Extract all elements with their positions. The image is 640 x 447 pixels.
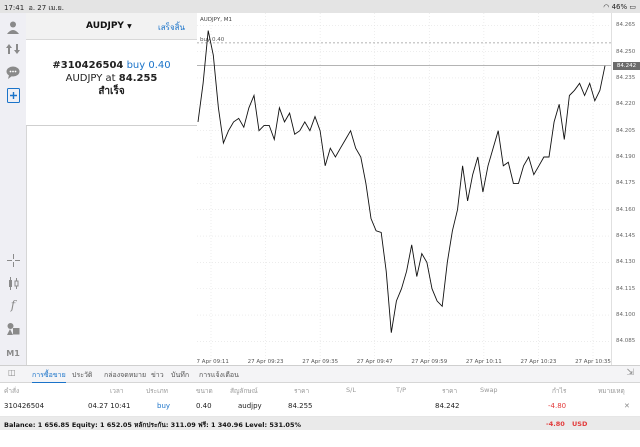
price-tick-label: 84.250 (616, 48, 636, 55)
price-tick-label: 84.205 (616, 127, 636, 134)
order-action: buy 0.40 (126, 60, 171, 71)
order-symbol: AUDJPY at (65, 73, 116, 84)
chart-label: AUDJPY, M1 (200, 17, 232, 23)
price-scale: 84.265 84.250 84.235 84.220 84.205 84.190 84.1… (611, 13, 640, 365)
buy-level-label: buy 0.40 (200, 37, 225, 43)
battery-percent: 46% (611, 3, 628, 11)
col-comment: หมายเหตุ (598, 387, 625, 395)
indicators-icon[interactable]: f (4, 297, 22, 313)
row-size: 0.40 (196, 402, 212, 410)
price-tick-label: 84.130 (616, 259, 636, 266)
row-current-price: 84.242 (435, 402, 460, 410)
battery-icon: ▭ (629, 3, 636, 11)
tab-mailbox[interactable]: กล่องจดหมาย (104, 370, 146, 381)
account-summary: Balance: 1 656.85 Equity: 1 652.05 หลักป… (0, 417, 640, 430)
price-tick-label: 84.265 (616, 22, 636, 29)
order-result-panel: AUDJPY ▼ เสร็จสิ้น #310426504 buy 0.40 A… (26, 13, 198, 126)
status-bar: 17:41 อ. 27 เม.ย. ◠ 46% ▭ (0, 0, 640, 13)
col-swap: Swap (480, 386, 498, 394)
row-order: 310426504 (4, 402, 45, 410)
status-date: อ. 27 เม.ย. (28, 4, 64, 12)
chat-icon[interactable] (4, 64, 22, 80)
balance-summary: Balance: 1 656.85 Equity: 1 652.05 หลักป… (4, 421, 301, 429)
profit-currency: USD (572, 420, 588, 428)
col-time: เวลา (110, 387, 124, 395)
row-price: 84.255 (288, 402, 313, 410)
price-tick-label: 84.175 (616, 180, 636, 187)
current-price-marker: 84.242 (613, 61, 640, 70)
symbol-selector[interactable]: AUDJPY ▼ (86, 21, 132, 31)
quotes-icon[interactable] (4, 41, 22, 57)
tab-journal[interactable]: บันทึก (171, 370, 189, 381)
price-tick-label: 84.235 (616, 74, 636, 81)
col-type: ประเภท (146, 387, 168, 395)
terminal-tabs: ◫ การซื้อขาย ประวัติ กล่องจดหมาย ข่าว บั… (0, 365, 640, 383)
row-profit: -4.80 (548, 402, 567, 410)
table-row[interactable]: 310426504 04.27 10:41 buy 0.40 audjpy 84… (0, 398, 640, 417)
col-tp: T/P (396, 386, 407, 394)
trade-table-header: คำสั่ง เวลา ประเภท ขนาด สัญลักษณ์ ราคา S… (0, 382, 640, 396)
tab-alerts[interactable]: การแจ้งเตือน (199, 370, 239, 381)
price-series-line (197, 30, 606, 333)
price-tick-label: 84.160 (616, 206, 636, 213)
col-size: ขนาด (196, 387, 213, 395)
price-tick-label: 84.100 (616, 312, 636, 319)
order-confirmation: #310426504 buy 0.40 AUDJPY at 84.255 สำเ… (26, 59, 197, 98)
price-tick-label: 84.220 (616, 101, 636, 108)
row-type: buy (157, 402, 171, 410)
tab-news[interactable]: ข่าว (151, 370, 164, 381)
wifi-icon: ◠ (603, 3, 610, 11)
timeframe-button[interactable]: M1 (4, 345, 22, 361)
minimize-icon[interactable]: ◫ (8, 368, 16, 377)
col-profit: กำไร (552, 387, 567, 395)
col-price: ราคา (294, 387, 310, 395)
order-result: สำเร็จ (98, 86, 125, 97)
order-panel-header: AUDJPY ▼ เสร็จสิ้น (26, 13, 197, 40)
layout-toggle-icon[interactable]: ⇲ (626, 368, 634, 378)
price-chart[interactable]: AUDJPY, M1 buy 0.40 27 Apr 09:1127 Apr 0… (197, 13, 611, 365)
col-sl: S/L (346, 386, 356, 394)
objects-icon[interactable] (4, 320, 22, 336)
price-tick-label: 84.115 (616, 285, 636, 292)
close-position-icon[interactable]: ✕ (624, 402, 630, 410)
total-profit: -4.80 (546, 420, 565, 428)
col-symbol: สัญลักษณ์ (230, 387, 258, 395)
chart-grid (197, 13, 611, 359)
candles-icon[interactable] (4, 275, 22, 291)
price-tick-label: 84.190 (616, 154, 636, 161)
tab-history[interactable]: ประวัติ (72, 370, 92, 381)
price-tick-label: 84.085 (616, 338, 636, 345)
new-order-icon[interactable] (4, 87, 22, 103)
col-order: คำสั่ง (4, 387, 20, 395)
order-price: 84.255 (118, 73, 158, 84)
status-time: 17:41 (4, 4, 25, 12)
left-toolbar: f M1 (0, 13, 27, 365)
price-tick-label: 84.145 (616, 233, 636, 240)
crosshair-icon[interactable] (4, 252, 22, 268)
order-ticket: #310426504 (52, 60, 124, 71)
row-symbol: audjpy (238, 402, 262, 410)
row-time: 04.27 10:41 (88, 402, 131, 410)
caret-down-icon: ▼ (127, 23, 132, 30)
done-button[interactable]: เสร็จสิ้น (158, 21, 185, 34)
account-icon[interactable] (4, 19, 22, 35)
col-current-price: ราคา (442, 387, 458, 395)
